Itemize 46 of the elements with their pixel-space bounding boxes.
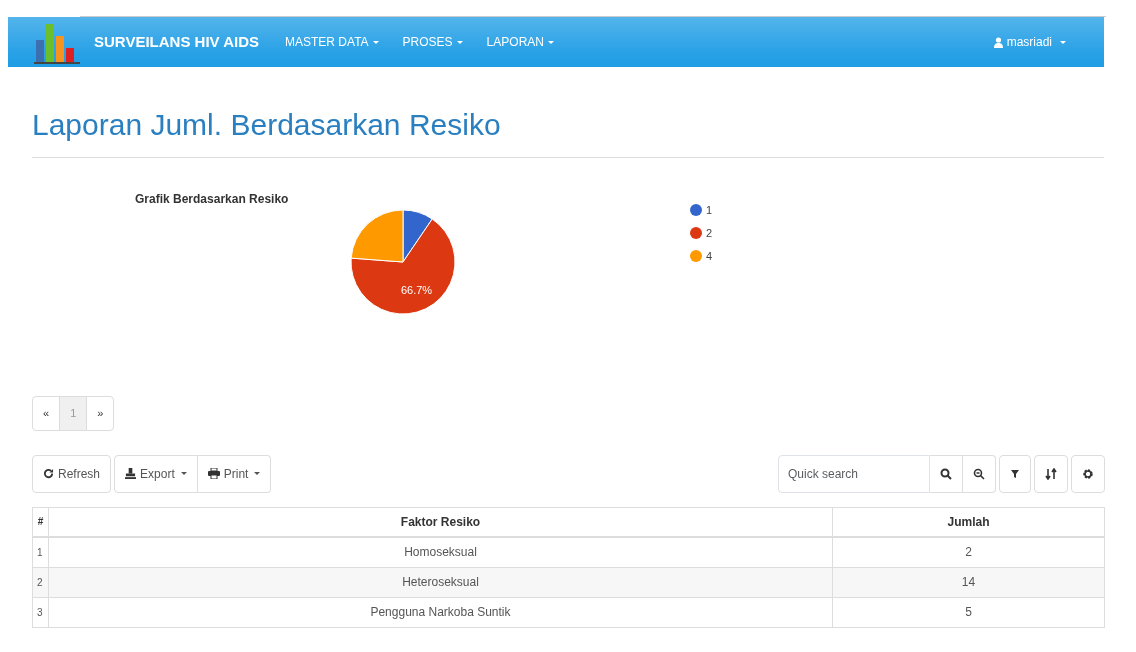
search-icon [940,467,952,480]
legend-label: 4 [706,250,713,262]
page-link[interactable]: 1 [60,397,88,430]
table-cell: Heteroseksual [48,567,833,597]
refresh-button[interactable]: Refresh [32,454,112,493]
refresh-icon [43,468,54,479]
legend-marker [690,204,702,216]
table-cell: 1 [32,537,49,567]
settings-button[interactable] [1071,454,1105,493]
page-title: Laporan Juml. Berdasarkan Resiko [32,107,502,143]
legend-label: 2 [706,227,713,239]
table-cell: 2 [832,537,1105,567]
chart-title: Grafik Berdasarkan Resiko [135,191,289,208]
legend-label: 1 [706,204,713,216]
table-cell: Pengguna Narkoba Suntik [48,597,833,627]
menu-dropdown[interactable]: LAPORAN [486,33,554,51]
user-icon [993,36,1003,48]
menu-dropdown[interactable]: PROSES [402,33,463,51]
settings-icon [1082,467,1094,480]
export-icon [125,468,137,479]
filter-button[interactable] [999,454,1031,493]
export-button[interactable]: Export [114,454,198,493]
search-button[interactable] [930,454,963,493]
column-header: Faktor Resiko [48,507,833,537]
table-cell: 14 [832,567,1105,597]
legend-marker [690,250,702,262]
column-header: Jumlah [832,507,1105,537]
quick-search-field[interactable]: Quick search [778,454,930,493]
table-cell: 2 [32,567,49,597]
sort-icon [1045,467,1057,480]
legend-marker [690,227,702,239]
column-header: # [32,507,49,537]
zoom-out-icon [973,467,985,480]
printer-icon [207,468,220,479]
sort-button[interactable] [1034,454,1068,493]
table-cell: 5 [832,597,1105,627]
user-menu[interactable]: masriadi [993,33,1066,51]
menu-dropdown[interactable]: MASTER DATA [285,33,379,51]
zoom-out-button[interactable] [963,454,996,493]
filter-icon [1010,468,1020,479]
next-page-link[interactable]: » [87,397,114,430]
table-cell: 3 [32,597,49,627]
brand-title[interactable]: SURVEILANS HIV AIDS [94,30,260,54]
print-button[interactable]: Print [197,454,272,493]
table-cell: Homoseksual [48,537,833,567]
slice-label: 66.7% [400,284,433,297]
